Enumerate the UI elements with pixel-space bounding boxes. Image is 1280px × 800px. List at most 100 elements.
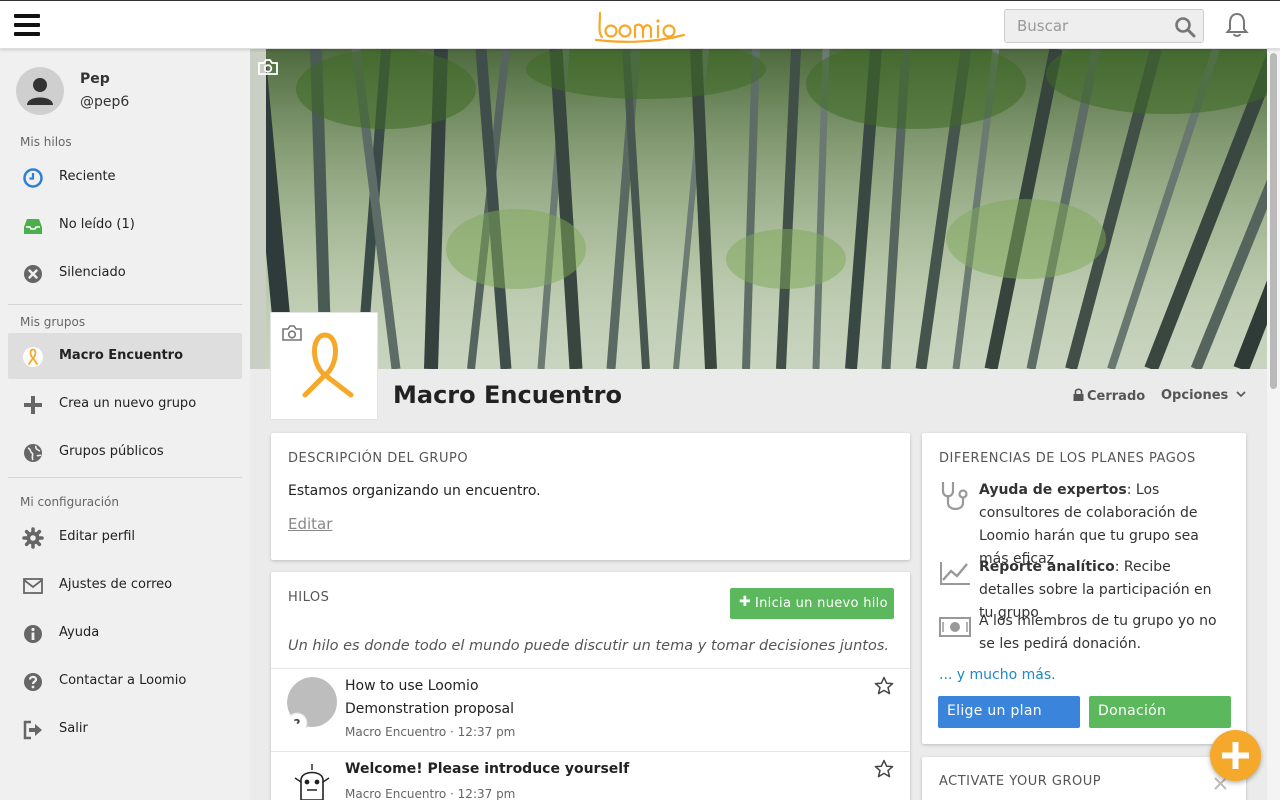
top-bar (0, 0, 1280, 49)
svg-text:?: ? (294, 717, 301, 729)
plus-icon (1222, 742, 1249, 769)
user-profile[interactable]: Pep @pep6 (16, 67, 236, 117)
chart-icon (940, 562, 970, 585)
sidebar-item-help[interactable]: Ayuda (8, 610, 242, 656)
divider (8, 477, 242, 478)
sidebar-item-label: Crea un nuevo grupo (59, 396, 197, 411)
user-icon (27, 78, 53, 105)
sidebar-item-label: Grupos públicos (59, 444, 164, 459)
sidebar-item-macro-encuentro[interactable]: Macro Encuentro (8, 333, 242, 379)
globe-icon (24, 444, 42, 462)
camera-icon[interactable] (257, 58, 279, 76)
camera-icon[interactable] (281, 324, 303, 342)
avatar[interactable] (16, 67, 64, 115)
sidebar-item-label: Ajustes de correo (59, 577, 173, 592)
thread-subtitle: Demonstration proposal (345, 701, 514, 717)
search-icon[interactable] (1174, 16, 1196, 38)
sidebar-item-label: Salir (59, 721, 88, 736)
choose-plan-label: Elige un plan (947, 703, 1042, 719)
options-label: Opciones (1161, 388, 1229, 403)
threads-help-text: Un hilo es donde todo el mundo puede dis… (288, 638, 890, 654)
thread-title: How to use Loomio (345, 678, 479, 694)
activate-card: ACTIVATE YOUR GROUP (922, 757, 1246, 800)
thread-row[interactable]: ? How to use Loomio Demonstration propos… (271, 668, 911, 751)
bell-icon[interactable] (1225, 12, 1249, 38)
thread-row[interactable]: Welcome! Please introduce yourself Macro… (271, 751, 911, 800)
floating-add-button[interactable] (1210, 730, 1261, 781)
new-thread-label: Inicia un nuevo hilo (755, 596, 888, 611)
sidebar-item-email-settings[interactable]: Ajustes de correo (8, 562, 242, 608)
sidebar-item-unread[interactable]: No leído (1) (8, 202, 242, 248)
plan-feature-bold: Ayuda de expertos (979, 482, 1127, 498)
privacy-status: Cerrado (1073, 388, 1145, 404)
section-label-settings: Mi configuración (20, 495, 119, 509)
donation-label: Donación (1098, 703, 1167, 719)
sidebar-item-label: Reciente (59, 169, 116, 184)
plan-feature-text: A los miembros de tu grupo yo no se les … (979, 610, 1229, 656)
loomio-logo[interactable] (594, 7, 688, 45)
sidebar-item-new-group[interactable]: Crea un nuevo grupo (8, 381, 242, 427)
loomio-helper-bot-icon (287, 760, 339, 800)
scrollbar[interactable] (1267, 49, 1280, 800)
sidebar-item-recent[interactable]: Reciente (8, 154, 242, 200)
chevron-down-icon (1236, 391, 1246, 398)
proposal-icon: ? (287, 677, 337, 729)
plans-card: DIFERENCIAS DE LOS PLANES PAGOS Ayuda de… (922, 433, 1246, 744)
threads-card: HILOS ✚ Inicia un nuevo hilo Un hilo es … (271, 572, 911, 800)
menu-icon[interactable] (14, 14, 40, 36)
user-name: Pep (80, 71, 110, 87)
activate-title: ACTIVATE YOUR GROUP (939, 774, 1102, 789)
more-features-link[interactable]: ... y mucho más. (939, 667, 1056, 683)
star-icon[interactable] (874, 676, 894, 696)
divider (8, 304, 242, 305)
mute-icon (24, 265, 42, 283)
plans-title: DIFERENCIAS DE LOS PLANES PAGOS (939, 451, 1196, 466)
description-card: DESCRIPCIÓN DEL GRUPO Estamos organizand… (271, 433, 910, 560)
user-handle: @pep6 (80, 94, 130, 110)
sidebar-item-contact[interactable]: Contactar a Loomio (8, 658, 242, 704)
sidebar-item-sign-out[interactable]: Salir (8, 706, 242, 752)
thread-title: Welcome! Please introduce yourself (345, 761, 630, 777)
sidebar-item-label: Ayuda (59, 625, 100, 640)
sidebar-item-label: Macro Encuentro (59, 348, 184, 363)
sidebar: Pep @pep6 Mis hilos Reciente No leído (1… (0, 49, 250, 800)
plan-feature-bold: Reporte analítico (979, 559, 1115, 575)
star-icon[interactable] (874, 759, 894, 779)
plus-icon: ✚ (739, 594, 751, 610)
stethoscope-icon (941, 482, 968, 511)
threads-title: HILOS (288, 590, 330, 605)
section-label-groups: Mis grupos (20, 315, 86, 329)
thread-meta: Macro Encuentro · 12:37 pm (345, 725, 516, 739)
thread-avatar: ? (287, 677, 339, 729)
plan-feature: A los miembros de tu grupo yo no se les … (939, 610, 1229, 658)
envelope-icon (23, 578, 43, 594)
donation-button[interactable]: Donación (1089, 696, 1231, 728)
thread-avatar (287, 760, 339, 800)
options-dropdown[interactable]: Opciones (1161, 388, 1246, 403)
plan-feature: Reporte analítico: Recibe detalles sobre… (939, 556, 1229, 621)
description-text: Estamos organizando un encuentro. (288, 483, 541, 499)
info-icon (24, 625, 42, 643)
sidebar-item-label: No leído (1) (59, 217, 135, 232)
group-title: Macro Encuentro (393, 381, 622, 409)
inbox-icon (24, 219, 42, 234)
choose-plan-button[interactable]: Elige un plan (938, 696, 1080, 728)
question-icon (24, 673, 42, 691)
main-content: Macro Encuentro Cerrado Opciones DESCRIP… (250, 49, 1267, 800)
section-label-threads: Mis hilos (20, 135, 72, 149)
sidebar-item-public-groups[interactable]: Grupos públicos (8, 429, 242, 475)
scrollbar-thumb[interactable] (1270, 53, 1277, 389)
search-input[interactable] (1005, 10, 1170, 42)
edit-description-link[interactable]: Editar (288, 515, 332, 533)
new-thread-button[interactable]: ✚ Inicia un nuevo hilo (730, 588, 894, 619)
plus-icon (24, 396, 42, 414)
plan-feature-body: A los miembros de tu grupo yo no se les … (979, 613, 1217, 652)
group-logo-icon (23, 347, 43, 367)
money-icon (939, 617, 971, 637)
privacy-label: Cerrado (1087, 389, 1146, 404)
sidebar-item-muted[interactable]: Silenciado (8, 250, 242, 296)
gear-icon (22, 527, 44, 549)
plan-feature: Ayuda de expertos: Los consultores de co… (939, 479, 1229, 567)
sidebar-item-edit-profile[interactable]: Editar perfil (8, 514, 242, 560)
description-title: DESCRIPCIÓN DEL GRUPO (288, 451, 469, 466)
